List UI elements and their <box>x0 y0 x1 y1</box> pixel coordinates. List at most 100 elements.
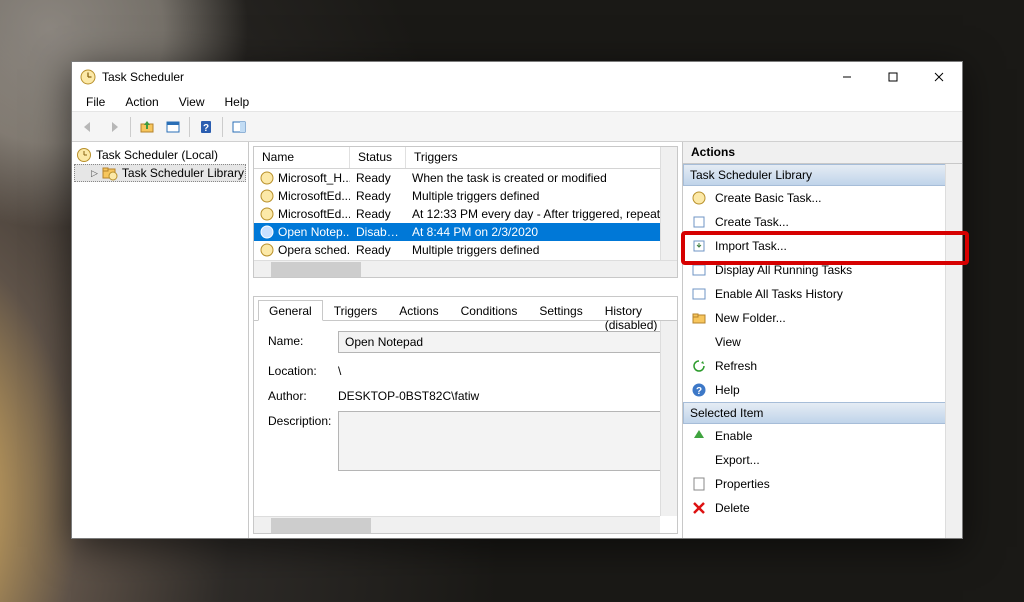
action-label: Display All Running Tasks <box>715 263 852 277</box>
help-icon: ? <box>691 382 707 398</box>
cell-status: Ready <box>350 171 406 185</box>
label-author: Author: <box>268 386 338 403</box>
actions-section-selected[interactable]: Selected Item <box>683 402 962 424</box>
horizontal-scrollbar[interactable] <box>254 516 660 533</box>
nav-forward-button[interactable] <box>102 115 126 139</box>
action-label: Help <box>715 383 740 397</box>
action-label: New Folder... <box>715 311 786 325</box>
action-refresh[interactable]: Refresh <box>683 354 962 378</box>
task-scheduler-window: Task Scheduler File Action View Help ? <box>71 61 963 539</box>
toolbar-separator <box>189 117 190 137</box>
header-name[interactable]: Name <box>254 147 350 168</box>
action-delete[interactable]: Delete <box>683 496 962 520</box>
header-status[interactable]: Status <box>350 147 406 168</box>
tab-actions[interactable]: Actions <box>388 300 449 321</box>
navigation-tree[interactable]: Task Scheduler (Local) ▷ Task Scheduler … <box>72 142 249 538</box>
help-button[interactable]: ? <box>194 115 218 139</box>
action-enable[interactable]: Enable <box>683 424 962 448</box>
label-location: Location: <box>268 361 338 378</box>
menu-bar: File Action View Help <box>72 92 962 112</box>
svg-text:?: ? <box>696 386 702 397</box>
clock-icon <box>260 225 274 239</box>
title-bar[interactable]: Task Scheduler <box>72 62 962 92</box>
refresh-icon <box>691 358 707 374</box>
action-export[interactable]: Export... <box>683 448 962 472</box>
vertical-scrollbar[interactable] <box>660 147 677 260</box>
action-help[interactable]: ? Help <box>683 378 962 402</box>
value-location: \ <box>338 361 341 378</box>
minimize-button[interactable] <box>824 62 870 92</box>
show-hide-console-button[interactable] <box>161 115 185 139</box>
vertical-scrollbar[interactable] <box>660 321 677 516</box>
task-row[interactable]: Opera sched...ReadyMultiple triggers def… <box>254 241 677 259</box>
clock-icon <box>260 171 274 185</box>
task-list[interactable]: Name Status Triggers Microsoft_H...Ready… <box>253 146 678 278</box>
blank-icon <box>691 334 707 350</box>
label-name: Name: <box>268 331 338 348</box>
task-row[interactable]: Microsoft_H...ReadyWhen the task is crea… <box>254 169 677 187</box>
desktop-background: Task Scheduler File Action View Help ? <box>0 0 1024 602</box>
export-icon <box>691 452 707 468</box>
cell-status: Ready <box>350 243 406 257</box>
tree-library-node[interactable]: ▷ Task Scheduler Library <box>74 164 246 182</box>
task-icon <box>691 214 707 230</box>
close-button[interactable] <box>916 62 962 92</box>
action-create-basic-task[interactable]: Create Basic Task... <box>683 186 962 210</box>
tab-triggers[interactable]: Triggers <box>323 300 389 321</box>
task-icon <box>691 190 707 206</box>
tree-root-node[interactable]: Task Scheduler (Local) <box>74 146 246 164</box>
tab-history[interactable]: History (disabled) <box>594 300 673 321</box>
section-label: Task Scheduler Library <box>690 168 812 182</box>
value-author: DESKTOP-0BST82C\fatiw <box>338 386 479 403</box>
action-label: Refresh <box>715 359 757 373</box>
clock-icon <box>260 243 274 257</box>
field-description[interactable] <box>338 411 663 471</box>
expand-icon[interactable]: ▷ <box>91 168 98 179</box>
action-enable-history[interactable]: Enable All Tasks History <box>683 282 962 306</box>
cell-name: Microsoft_H... <box>278 171 350 185</box>
cell-triggers: Multiple triggers defined <box>406 243 677 257</box>
action-label: Create Task... <box>715 215 789 229</box>
action-properties[interactable]: Properties <box>683 472 962 496</box>
show-action-pane-button[interactable] <box>227 115 251 139</box>
menu-file[interactable]: File <box>78 93 113 111</box>
folder-icon <box>691 310 707 326</box>
actions-section-library[interactable]: Task Scheduler Library <box>683 164 962 186</box>
menu-help[interactable]: Help <box>217 93 258 111</box>
task-row[interactable]: Open Notep...DisabledAt 8:44 PM on 2/3/2… <box>254 223 677 241</box>
nav-back-button[interactable] <box>76 115 100 139</box>
cell-triggers: At 8:44 PM on 2/3/2020 <box>406 225 677 239</box>
properties-icon <box>691 476 707 492</box>
cell-name: Opera sched... <box>278 243 350 257</box>
action-display-running-tasks[interactable]: Display All Running Tasks <box>683 258 962 282</box>
actions-pane: Actions Task Scheduler Library Create Ba… <box>682 142 962 538</box>
tab-conditions[interactable]: Conditions <box>450 300 529 321</box>
up-folder-button[interactable] <box>135 115 159 139</box>
action-label: Properties <box>715 477 770 491</box>
menu-view[interactable]: View <box>171 93 213 111</box>
cell-name: Open Notep... <box>278 225 350 239</box>
actions-pane-title: Actions <box>683 142 962 164</box>
maximize-button[interactable] <box>870 62 916 92</box>
toolbar-separator <box>222 117 223 137</box>
field-name[interactable]: Open Notepad <box>338 331 663 353</box>
clock-icon <box>260 207 274 221</box>
delete-icon <box>691 500 707 516</box>
header-triggers[interactable]: Triggers <box>406 147 677 168</box>
running-icon <box>691 262 707 278</box>
action-create-task[interactable]: Create Task... <box>683 210 962 234</box>
cell-name: MicrosoftEd... <box>278 189 350 203</box>
vertical-scrollbar[interactable] <box>945 164 962 538</box>
action-import-task[interactable]: Import Task... <box>683 234 962 258</box>
tab-general[interactable]: General <box>258 300 323 321</box>
task-row[interactable]: MicrosoftEd...ReadyAt 12:33 PM every day… <box>254 205 677 223</box>
menu-action[interactable]: Action <box>117 93 166 111</box>
action-label: Enable All Tasks History <box>715 287 843 301</box>
task-row[interactable]: MicrosoftEd...ReadyMultiple triggers def… <box>254 187 677 205</box>
tab-settings[interactable]: Settings <box>528 300 593 321</box>
action-view-submenu[interactable]: View ▶ <box>683 330 962 354</box>
cell-name: MicrosoftEd... <box>278 207 350 221</box>
horizontal-scrollbar[interactable] <box>254 260 677 277</box>
history-icon <box>691 286 707 302</box>
action-new-folder[interactable]: New Folder... <box>683 306 962 330</box>
